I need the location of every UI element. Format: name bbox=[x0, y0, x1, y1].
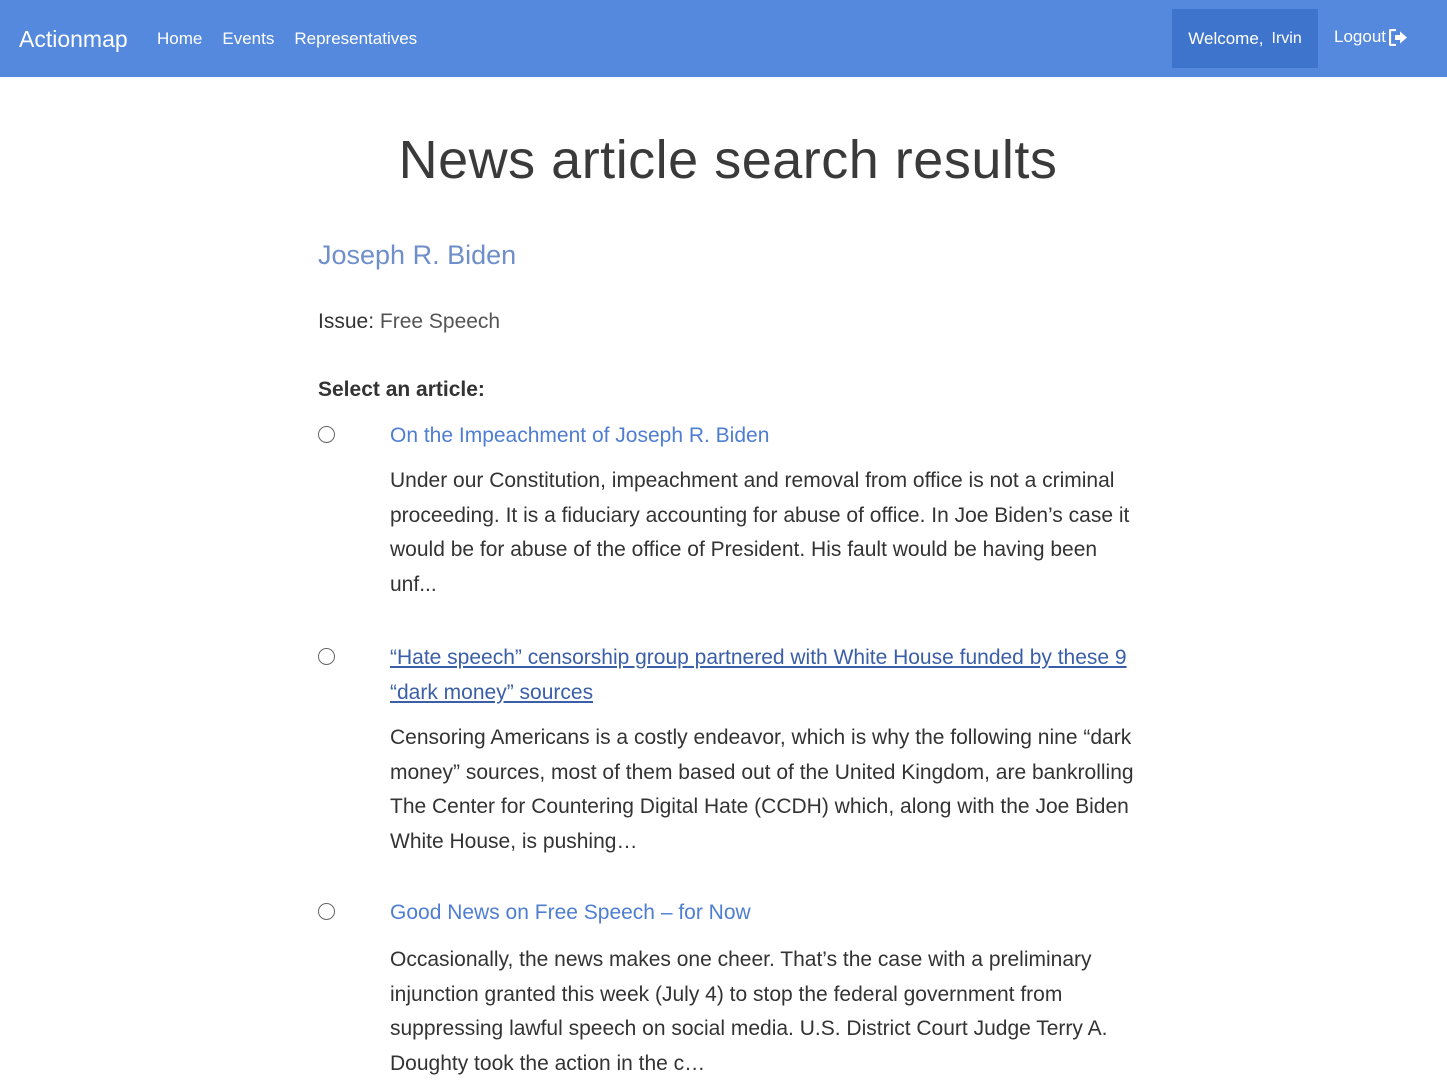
logout-label: Logout bbox=[1334, 27, 1386, 46]
nav-home-link[interactable]: Home bbox=[157, 28, 202, 50]
article-title-link[interactable]: On the Impeachment of Joseph R. Biden bbox=[390, 418, 1140, 453]
issue-label: Issue: bbox=[318, 310, 375, 333]
article-radio[interactable] bbox=[318, 903, 335, 920]
username-label: Irvin bbox=[1271, 29, 1302, 47]
issue-value: Free Speech bbox=[379, 310, 501, 333]
welcome-badge[interactable]: Welcome, Irvin bbox=[1172, 9, 1318, 68]
top-navbar: Actionmap Home Events Representatives We… bbox=[0, 0, 1447, 77]
logout-link[interactable]: Logout bbox=[1334, 27, 1408, 47]
article-summary: Censoring Americans is a costly endeavor… bbox=[390, 726, 1134, 853]
issue-line: Issue: Free Speech bbox=[318, 307, 500, 337]
brand-link[interactable]: Actionmap bbox=[19, 24, 128, 54]
article-radio[interactable] bbox=[318, 648, 335, 665]
page-title: News article search results bbox=[398, 130, 1058, 190]
article-summary: Occasionally, the news makes one cheer. … bbox=[390, 948, 1108, 1075]
welcome-label: Welcome, bbox=[1188, 28, 1264, 48]
article-summary: Under our Constitution, impeachment and … bbox=[390, 469, 1130, 596]
nav-representatives-link[interactable]: Representatives bbox=[294, 28, 417, 50]
article-radio[interactable] bbox=[318, 426, 335, 443]
article-title-link[interactable]: “Hate speech” censorship group partnered… bbox=[390, 640, 1140, 710]
sign-out-icon bbox=[1389, 28, 1408, 46]
article-title-link[interactable]: Good News on Free Speech – for Now bbox=[390, 895, 1140, 930]
select-article-label: Select an article: bbox=[318, 378, 485, 401]
representative-name: Joseph R. Biden bbox=[318, 240, 517, 270]
nav-events-link[interactable]: Events bbox=[222, 28, 274, 50]
nav-links: Home Events Representatives bbox=[157, 28, 417, 50]
